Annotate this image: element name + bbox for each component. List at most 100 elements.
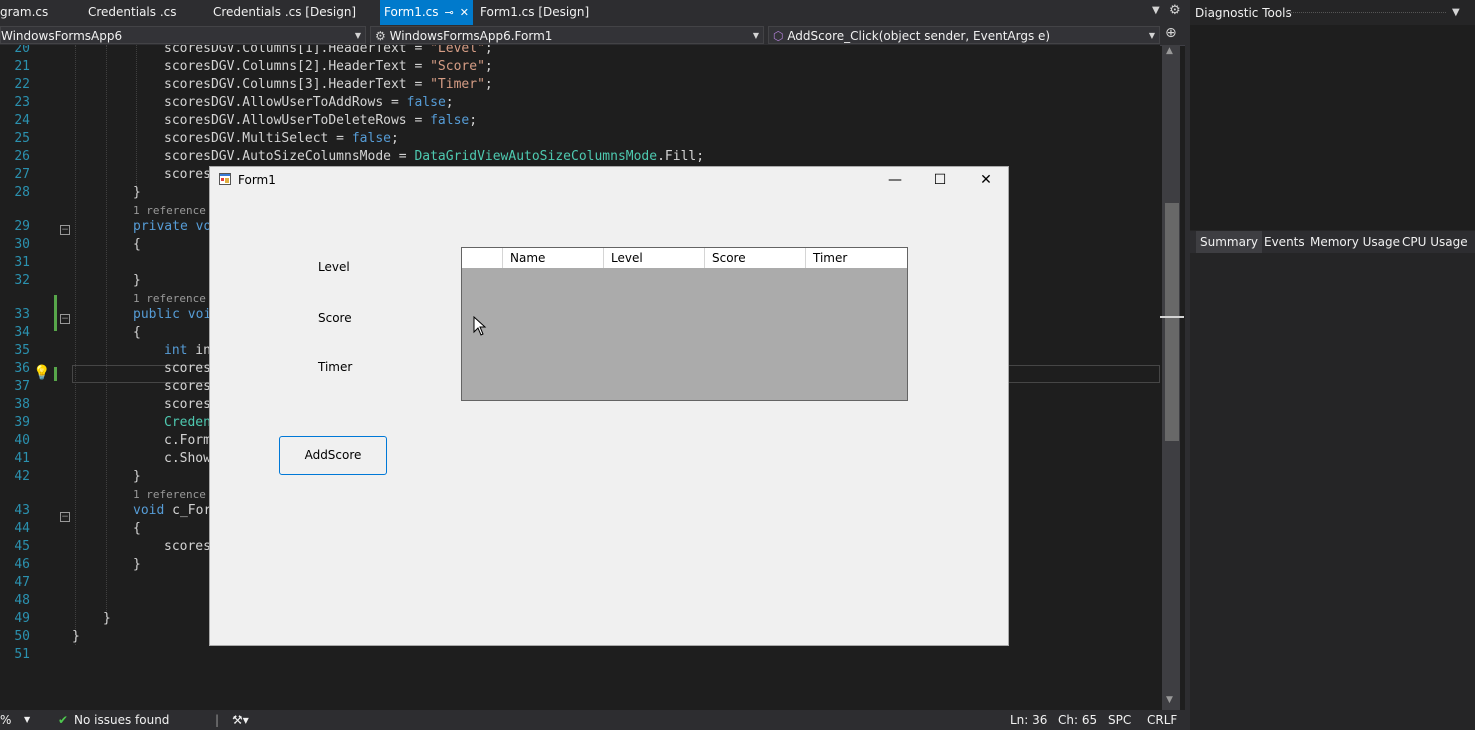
code-token: scoresDGV.Columns[2].HeaderText = <box>164 59 431 74</box>
split-window-icon[interactable]: ⊕ <box>1165 25 1177 41</box>
tab-memory-usage[interactable]: Memory Usage <box>1306 231 1404 253</box>
code-line[interactable]: int in <box>164 342 211 360</box>
line-number: 24 <box>14 113 30 128</box>
tab-credentials-cs[interactable]: Credentials .cs <box>88 0 177 25</box>
scroll-up-icon[interactable]: ▲ <box>1166 46 1173 56</box>
tab-overflow-dropdown-icon[interactable]: ▼ <box>1152 5 1160 16</box>
close-icon[interactable]: ✕ <box>460 6 469 19</box>
code-line[interactable]: } <box>103 610 111 628</box>
codelens-reference[interactable]: 1 reference <box>133 488 206 502</box>
tab-events[interactable]: Events <box>1260 231 1309 253</box>
code-line[interactable]: scoresDGV.AutoSizeColumnsMode = DataGrid… <box>164 148 704 166</box>
code-token: c.Form <box>164 433 211 448</box>
code-token: { <box>133 521 141 536</box>
code-token: c.Show <box>164 451 211 466</box>
code-line[interactable]: } <box>72 628 80 646</box>
line-indicator[interactable]: Ln: 36 <box>1010 710 1047 730</box>
code-line[interactable]: void c_For <box>133 502 211 520</box>
tab-label: Credentials .cs <box>88 5 177 19</box>
member-dropdown[interactable]: ⬡ AddScore_Click(object sender, EventArg… <box>768 26 1160 44</box>
column-indicator[interactable]: Ch: 65 <box>1058 710 1097 730</box>
code-line[interactable]: private vo <box>133 218 211 236</box>
tab-form1-design[interactable]: Form1.cs [Design] <box>480 0 589 25</box>
pin-icon[interactable]: ⊸ <box>445 6 454 19</box>
code-line[interactable]: scoresDGV.Columns[1].HeaderText = "Level… <box>164 45 493 58</box>
code-line[interactable]: scoresDGV.Columns[2].HeaderText = "Score… <box>164 58 493 76</box>
fold-toggle-icon[interactable]: − <box>60 225 70 235</box>
timer-label: Timer <box>318 360 353 374</box>
code-token: "Timer" <box>430 77 485 92</box>
code-line[interactable]: } <box>133 468 141 486</box>
line-number: 50 <box>14 629 30 644</box>
code-line[interactable]: c.Show <box>164 450 211 468</box>
code-line[interactable]: { <box>133 324 141 342</box>
codelens-reference[interactable]: 1 reference <box>133 204 206 218</box>
form-title: Form1 <box>238 173 276 187</box>
line-number: 48 <box>14 593 30 608</box>
grid-header-name[interactable]: Name <box>503 248 604 268</box>
code-line[interactable]: c.Form <box>164 432 211 450</box>
zoom-level[interactable]: % <box>0 710 11 730</box>
tab-form1-cs[interactable]: Form1.cs ⊸ ✕ <box>380 0 473 25</box>
fold-toggle-icon[interactable]: − <box>60 314 70 324</box>
code-line[interactable]: scores <box>164 166 211 184</box>
grid-header-score[interactable]: Score <box>705 248 806 268</box>
grid-row-header-corner[interactable] <box>462 248 503 268</box>
issues-status[interactable]: No issues found <box>74 710 169 730</box>
code-line[interactable]: scoresDGV.Columns[3].HeaderText = "Timer… <box>164 76 493 94</box>
indent-guide <box>75 45 76 645</box>
tab-label: Credentials .cs [Design] <box>213 5 357 19</box>
close-icon[interactable]: ✕ <box>976 170 996 190</box>
code-line[interactable]: { <box>133 520 141 538</box>
code-token: public <box>133 307 180 322</box>
code-token: ; <box>484 59 493 74</box>
code-token: scoresDGV.AutoSizeColumnsMode = <box>164 149 415 164</box>
indent-guide <box>106 45 107 625</box>
scroll-down-icon[interactable]: ▼ <box>1166 695 1173 705</box>
code-line[interactable]: scoresDGV.AllowUserToAddRows = false; <box>164 94 454 112</box>
line-number: 43 <box>14 503 30 518</box>
tab-summary[interactable]: Summary <box>1196 231 1262 253</box>
code-line[interactable]: scores <box>164 538 211 556</box>
whitespace-indicator[interactable]: SPC <box>1108 710 1131 730</box>
line-ending-indicator[interactable]: CRLF <box>1147 710 1177 730</box>
grid-header-level[interactable]: Level <box>604 248 705 268</box>
scrollbar-thumb[interactable] <box>1165 203 1179 441</box>
minimize-icon[interactable]: — <box>885 170 905 190</box>
gear-icon[interactable]: ⚙ <box>1169 3 1181 18</box>
line-number: 34 <box>14 325 30 340</box>
maximize-icon[interactable]: ☐ <box>930 170 950 190</box>
codelens-reference[interactable]: 1 reference <box>133 292 206 306</box>
code-token: int <box>164 343 188 358</box>
change-marker <box>54 295 57 331</box>
add-score-button[interactable]: AddScore <box>279 436 387 475</box>
code-token: private <box>133 219 188 234</box>
tab-credentials-design[interactable]: Credentials .cs [Design] <box>213 0 356 25</box>
code-line[interactable]: scores <box>164 360 211 378</box>
tab-program-cs[interactable]: gram.cs <box>0 0 48 25</box>
code-line[interactable]: } <box>133 184 141 202</box>
code-line[interactable]: scores <box>164 396 211 414</box>
chevron-down-icon[interactable]: ▼ <box>24 710 30 730</box>
grid-header-timer[interactable]: Timer <box>806 248 907 268</box>
lightbulb-icon[interactable]: 💡 <box>33 365 50 381</box>
class-dropdown-label: WindowsFormsApp6.Form1 <box>389 29 553 43</box>
code-line[interactable]: public voi <box>133 306 211 324</box>
code-token: scoresDGV.AllowUserToAddRows = <box>164 95 407 110</box>
class-dropdown[interactable]: ⚙ WindowsFormsApp6.Form1 ▼ <box>370 26 764 44</box>
project-dropdown[interactable]: WindowsFormsApp6 ▼ <box>0 26 366 44</box>
brush-icon[interactable]: ⚒▾ <box>232 710 249 730</box>
code-line[interactable]: Creden <box>164 414 211 432</box>
code-token: } <box>133 273 141 288</box>
code-line[interactable]: scoresDGV.AllowUserToDeleteRows = false; <box>164 112 477 130</box>
fold-toggle-icon[interactable]: − <box>60 512 70 522</box>
code-line[interactable]: scores <box>164 378 211 396</box>
chevron-down-icon[interactable]: ▼ <box>1452 7 1460 18</box>
code-line[interactable]: scoresDGV.MultiSelect = false; <box>164 130 399 148</box>
code-line[interactable]: { <box>133 236 141 254</box>
tab-cpu-usage[interactable]: CPU Usage <box>1398 231 1472 253</box>
code-line[interactable]: } <box>133 556 141 574</box>
code-line[interactable]: } <box>133 272 141 290</box>
scores-data-grid[interactable] <box>461 247 908 401</box>
drag-grip[interactable] <box>1286 12 1446 13</box>
